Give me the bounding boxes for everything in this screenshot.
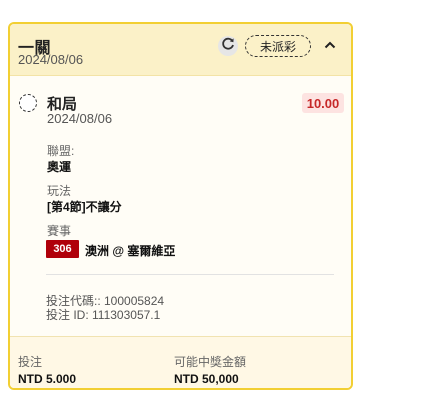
match-name: 澳洲 @ 塞爾維亞	[85, 244, 176, 258]
match-id-badge: 306	[46, 240, 79, 258]
chevron-up-icon	[324, 36, 336, 54]
dashed-circle-icon	[19, 94, 37, 112]
event-label: 賽事	[47, 224, 72, 238]
league-value: 奧運	[47, 160, 72, 174]
selection-date: 2024/08/06	[47, 111, 113, 126]
bet-slip-card: 一關 2024/08/06 未派彩 和局 2024/08/06 10.00 聯盟…	[8, 22, 353, 390]
stake-label: 投注	[18, 355, 43, 369]
odds-badge: 10.00	[302, 93, 344, 113]
divider	[46, 274, 334, 275]
league-label: 聯盟:	[47, 144, 75, 158]
payout-value: NTD 50,000	[174, 372, 239, 386]
play-value: [第4節]不讓分	[47, 200, 122, 214]
stake-section: 投注 NTD 5.000	[18, 353, 76, 386]
collapse-button[interactable]	[323, 38, 337, 52]
status-badge: 未派彩	[245, 35, 311, 57]
bet-id: 投注 ID: 111303057.1	[46, 308, 161, 322]
stake-value: NTD 5.000	[18, 372, 77, 386]
refresh-icon	[220, 36, 236, 57]
refresh-button[interactable]	[218, 36, 238, 56]
card-footer: 投注 NTD 5.000 可能中獎金額 NTD 50,000	[10, 336, 351, 388]
bet-date: 2024/08/06	[18, 52, 84, 67]
payout-section: 可能中獎金額 NTD 50,000	[174, 353, 246, 386]
play-label: 玩法	[47, 184, 72, 198]
payout-label: 可能中獎金額	[174, 355, 247, 369]
card-header: 一關 2024/08/06 未派彩	[10, 24, 351, 76]
bet-selection: 和局 2024/08/06 10.00 聯盟: 奧運 玩法 [第4節]不讓分 賽…	[10, 76, 351, 336]
